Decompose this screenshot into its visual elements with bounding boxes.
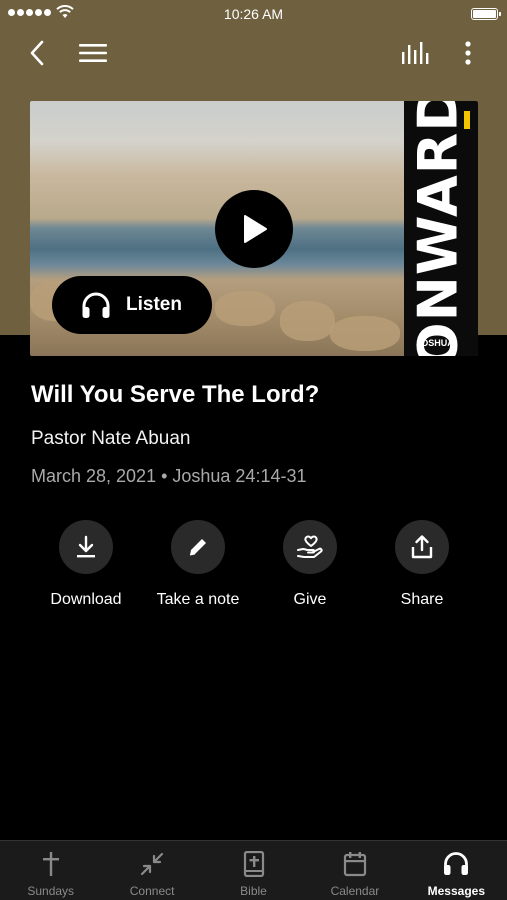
rock-decor (330, 316, 400, 351)
download-button[interactable]: Download (30, 520, 142, 609)
download-label: Download (50, 591, 122, 608)
tab-calendar[interactable]: Calendar (304, 841, 405, 900)
cross-icon (42, 852, 59, 876)
series-title: ONWARD (406, 101, 470, 356)
more-vertical-icon (465, 41, 471, 65)
bible-icon (243, 851, 264, 877)
tab-messages[interactable]: Messages (406, 841, 507, 900)
status-bar: 10:26 AM (0, 0, 507, 28)
chevron-left-icon (30, 40, 44, 66)
rock-decor (280, 301, 335, 341)
give-heart-hand-icon (297, 535, 323, 558)
tab-calendar-label: Calendar (330, 884, 380, 898)
connect-arrows-icon (141, 852, 164, 876)
status-time: 10:26 AM (223, 6, 284, 22)
listen-button[interactable]: Listen (52, 276, 212, 334)
tab-sundays-label: Sundays (27, 884, 75, 898)
sermon-date-scripture: March 28, 2021 • Joshua 24:14-31 (31, 466, 307, 486)
series-subtitle: BOOK OF JOSHUA (409, 330, 461, 348)
audio-button[interactable] (398, 36, 432, 70)
give-circle (283, 520, 337, 574)
play-icon (244, 215, 267, 243)
back-button[interactable] (20, 36, 54, 70)
tab-bar: Sundays Connect Bible Calendar Messages (0, 840, 507, 900)
rock-decor (215, 291, 275, 326)
give-button[interactable]: Give (254, 520, 366, 609)
tab-messages-label: Messages (427, 884, 486, 898)
tab-bible[interactable]: Bible (203, 841, 304, 900)
share-button[interactable]: Share (366, 520, 478, 609)
download-icon (77, 535, 95, 558)
take-note-circle (171, 520, 225, 574)
battery-icon (471, 8, 501, 20)
more-options-button[interactable] (451, 36, 485, 70)
share-label: Share (400, 591, 444, 608)
headphones-icon (444, 852, 469, 875)
download-circle (59, 520, 113, 574)
play-button[interactable] (215, 190, 293, 268)
series-subtitle-main: JOSHUA (416, 338, 454, 348)
menu-button[interactable] (76, 36, 110, 70)
series-accent-mark (464, 111, 470, 129)
series-banner: ONWARD BOOK OF JOSHUA (404, 101, 478, 356)
tab-connect-label: Connect (129, 884, 175, 898)
listen-label: Listen (126, 294, 182, 315)
calendar-icon (343, 852, 367, 877)
share-circle (395, 520, 449, 574)
sermon-title: Will You Serve The Lord? (31, 381, 320, 408)
tab-bible-label: Bible (240, 884, 267, 898)
give-label: Give (293, 591, 327, 608)
headphones-icon (82, 292, 110, 318)
audio-bars-icon (402, 42, 429, 64)
share-icon (411, 535, 433, 559)
take-note-label: Take a note (156, 591, 240, 608)
sermon-artwork: ONWARD BOOK OF JOSHUA Listen (30, 101, 478, 356)
tab-sundays[interactable]: Sundays (0, 841, 101, 900)
pencil-icon (189, 539, 206, 556)
speaker-name: Pastor Nate Abuan (31, 428, 191, 449)
hamburger-menu-icon (79, 44, 107, 62)
take-note-button[interactable]: Take a note (142, 520, 254, 609)
tab-connect[interactable]: Connect (101, 841, 202, 900)
